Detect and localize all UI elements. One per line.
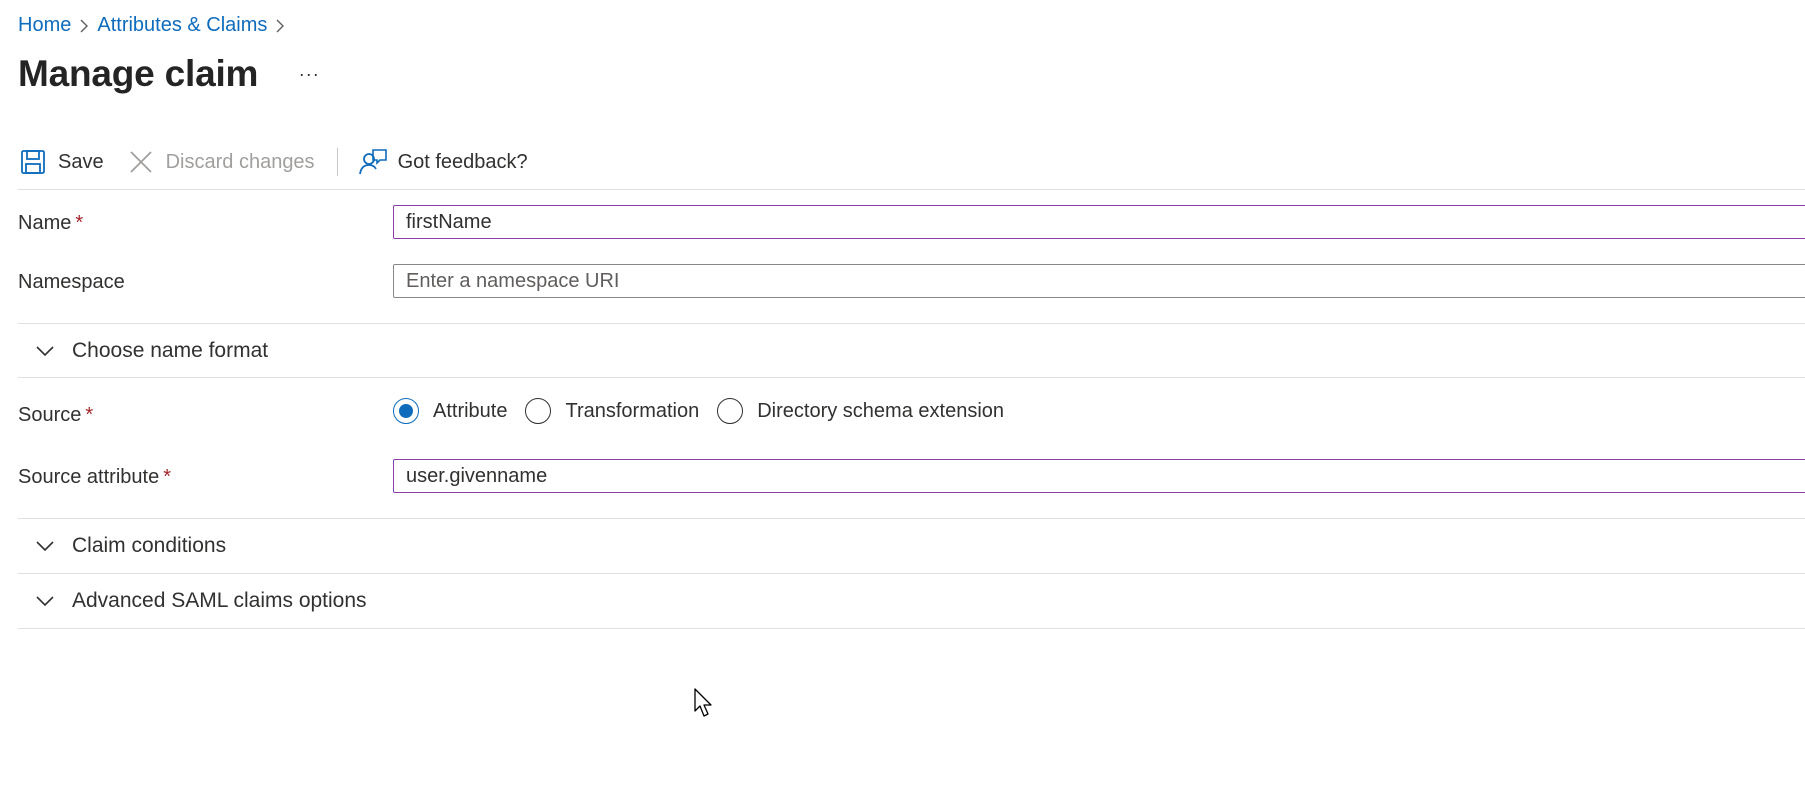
required-indicator: * — [75, 212, 84, 234]
source-attribute-input[interactable] — [393, 459, 1805, 493]
radio-circle — [717, 398, 744, 424]
breadcrumb-home-link[interactable]: Home — [18, 14, 71, 37]
section-divider — [18, 628, 1805, 629]
section-divider — [18, 377, 1805, 378]
source-label: Source * — [18, 404, 93, 427]
feedback-label: Got feedback? — [397, 150, 528, 173]
required-indicator: * — [163, 466, 171, 488]
name-input[interactable] — [393, 205, 1805, 239]
radio-circle — [393, 398, 419, 424]
feedback-icon — [358, 147, 388, 177]
feedback-button[interactable]: Got feedback? — [358, 142, 528, 182]
radio-directory-schema-extension-label: Directory schema extension — [757, 399, 1005, 422]
breadcrumb-attributes-claims-link[interactable]: Attributes & Claims — [97, 14, 267, 37]
claim-conditions-label: Claim conditions — [72, 534, 227, 557]
radio-attribute-label: Attribute — [433, 399, 508, 422]
advanced-saml-claims-label: Advanced SAML claims options — [72, 589, 367, 612]
chevron-down-icon — [32, 533, 58, 559]
radio-directory-schema-extension[interactable]: Directory schema extension — [717, 398, 1004, 424]
radio-circle — [525, 398, 552, 424]
discard-changes-label: Discard changes — [165, 150, 315, 173]
radio-transformation[interactable]: Transformation — [525, 398, 699, 424]
breadcrumb: Home Attributes & Claims — [18, 11, 293, 39]
save-button[interactable]: Save — [18, 142, 104, 182]
namespace-input[interactable] — [393, 264, 1805, 298]
choose-name-format-section[interactable]: Choose name format — [18, 323, 1805, 378]
required-indicator: * — [85, 404, 94, 426]
radio-dot — [399, 404, 413, 418]
name-label-text: Name — [18, 212, 72, 234]
manage-claim-page: Home Attributes & Claims Manage claim ··… — [0, 0, 1805, 806]
chevron-down-icon — [32, 588, 58, 614]
source-radio-group: Attribute Transformation Directory schem… — [393, 395, 1022, 427]
mouse-cursor-icon — [694, 688, 714, 723]
radio-transformation-label: Transformation — [565, 399, 700, 422]
close-icon — [126, 147, 156, 177]
discard-changes-button[interactable]: Discard changes — [126, 142, 315, 182]
chevron-right-icon — [71, 15, 97, 35]
source-attribute-label-text: Source attribute — [18, 466, 160, 488]
page-title: Manage claim — [18, 53, 259, 94]
toolbar-divider — [336, 148, 338, 176]
radio-attribute[interactable]: Attribute — [393, 398, 507, 424]
claim-conditions-section[interactable]: Claim conditions — [18, 518, 1805, 573]
namespace-label: Namespace — [18, 271, 125, 293]
advanced-saml-claims-section[interactable]: Advanced SAML claims options — [18, 573, 1805, 628]
chevron-down-icon — [32, 338, 58, 364]
title-row: Manage claim ··· — [18, 50, 324, 98]
source-attribute-label: Source attribute * — [18, 466, 171, 489]
save-icon — [18, 147, 48, 177]
command-bar: Save Discard changes Got feedback? — [18, 142, 528, 182]
source-label-text: Source — [18, 404, 82, 426]
chevron-right-icon — [267, 15, 293, 35]
save-button-label: Save — [58, 150, 104, 173]
name-label: Name * — [18, 212, 83, 235]
choose-name-format-label: Choose name format — [72, 339, 269, 362]
toolbar-border — [18, 189, 1805, 190]
more-options-button[interactable]: ··· — [294, 59, 324, 89]
